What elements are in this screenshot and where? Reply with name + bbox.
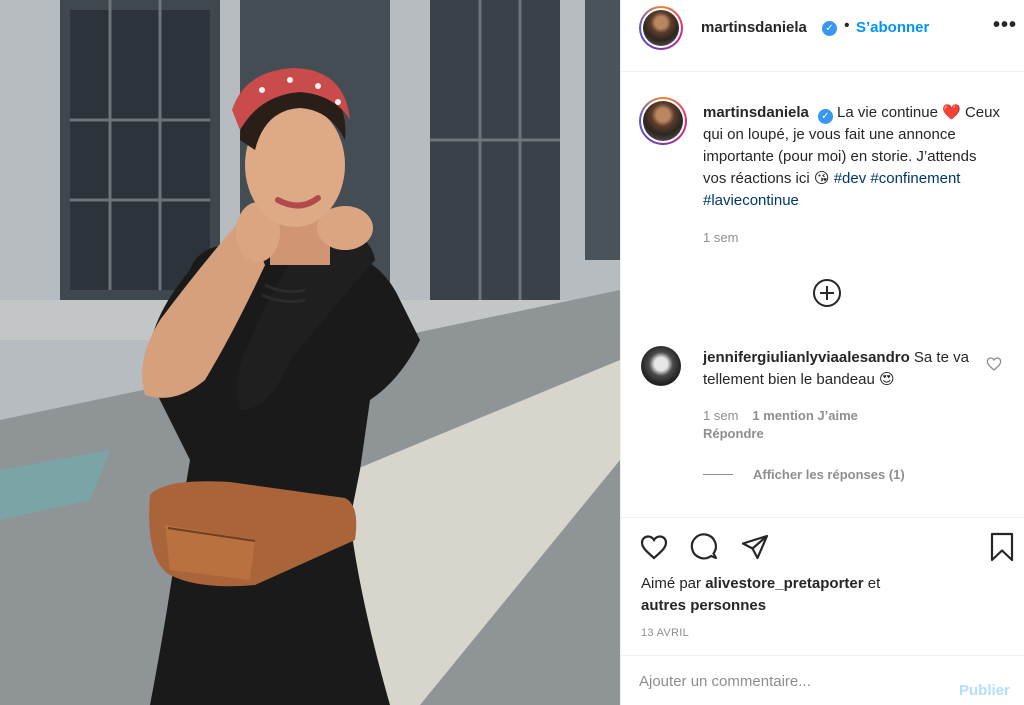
post-detail-panel: martinsdaniela ✓ • S’abonner ••• martins… [620,0,1024,705]
view-replies-button[interactable]: Afficher les réponses (1) [703,467,905,482]
comment-bubble-icon[interactable] [690,532,720,562]
caption-first-line: La vie continue ❤️ [837,104,961,121]
add-comment-bar: Publier [621,655,1024,705]
bookmark-icon[interactable] [987,532,1017,562]
hashtag-link[interactable]: #confinement [870,170,960,187]
commenter-avatar[interactable] [641,346,681,386]
liked-by-conj: et [867,575,881,592]
verified-badge-icon: ✓ [817,109,833,124]
post-actions-bar [621,517,1024,577]
liked-by-prefix: Aimé par [641,575,702,592]
liked-by-text: Aimé par alivestore_pretaporter et autre… [641,573,1001,617]
liked-by-user[interactable]: alivestore_pretaporter [705,575,863,592]
liked-by-others[interactable]: autres personnes [641,597,766,614]
comment-like-count[interactable]: 1 mention J’aime [752,408,857,423]
author-avatar[interactable] [639,6,683,50]
post-date[interactable]: 13 AVRIL [641,627,689,639]
hashtag-link[interactable]: #laviecontinue [703,192,799,209]
caption-username[interactable]: martinsdaniela [703,104,809,121]
heart-icon[interactable] [639,532,669,562]
post-caption: martinsdaniela ✓ La vie continue ❤️ Ceux … [703,102,1003,212]
commenter-username[interactable]: jennifergiulianlyviaalesandro [703,349,910,366]
comment-heart-icon[interactable] [986,356,1002,372]
comment-input[interactable] [639,669,939,693]
caption-timestamp[interactable]: 1 sem [703,230,738,245]
comment-timestamp[interactable]: 1 sem [703,408,738,423]
more-options-icon[interactable]: ••• [993,14,1017,37]
publish-button[interactable]: Publier [959,682,1010,699]
hashtag-link[interactable]: #dev [834,170,867,187]
caption-author-avatar[interactable] [639,97,687,145]
comment-meta: 1 sem 1 mention J’aime [703,408,858,423]
view-replies-label: Afficher les réponses (1) [753,467,905,482]
post-photo [0,0,620,705]
reply-button[interactable]: Répondre [703,426,764,441]
author-username[interactable]: martinsdaniela [701,19,807,36]
verified-badge-icon: ✓ [822,21,837,36]
view-replies-divider [703,474,733,475]
comment-item: jennifergiulianlyviaalesandro Sa te va t… [703,347,983,391]
header-separator: • [844,17,850,34]
follow-button[interactable]: S’abonner [856,19,929,36]
paper-plane-icon[interactable] [740,532,770,562]
post-image[interactable] [0,0,620,705]
post-header: martinsdaniela ✓ • S’abonner ••• [621,0,1024,72]
plus-circle-icon[interactable] [812,278,842,308]
